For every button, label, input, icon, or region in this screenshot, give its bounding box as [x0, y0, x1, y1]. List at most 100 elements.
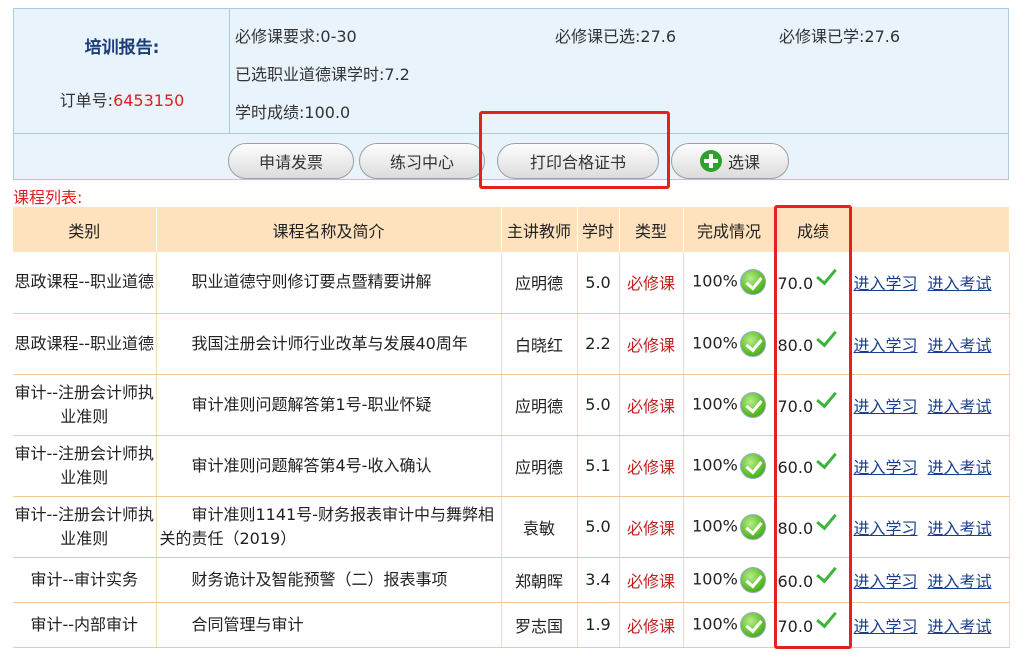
table-row: 审计--注册会计师执业准则 审计准则问题解答第1号-职业怀疑 应明德 5.0 必…	[13, 374, 1010, 436]
highlight-box-print	[479, 111, 670, 189]
type-cell: 必修课	[619, 252, 684, 314]
learned-courses: 必修课已学:27.6	[779, 23, 900, 47]
completion-cell: 100%	[683, 557, 776, 603]
table-row: 审计--注册会计师执业准则 审计准则问题解答第4号-收入确认 应明德 5.1 必…	[13, 435, 1010, 497]
type-cell: 必修课	[619, 313, 684, 375]
column-header-completion: 完成情况	[683, 207, 776, 252]
enter-study-link[interactable]: 进入学习	[854, 397, 918, 416]
complete-check-icon	[739, 452, 766, 479]
selected-label: 必修课已选:	[555, 27, 641, 46]
order-number-value: 6453150	[113, 91, 185, 110]
actions-cell: 进入学习 进入考试	[851, 313, 1010, 375]
practice-center-button[interactable]: 练习中心	[359, 143, 485, 179]
apply-invoice-button[interactable]: 申请发票	[228, 143, 354, 179]
complete-check-icon	[739, 566, 766, 593]
enter-study-link[interactable]: 进入学习	[854, 572, 918, 591]
ethics-label: 已选职业道德课学时:	[235, 65, 385, 84]
enter-exam-link[interactable]: 进入考试	[928, 336, 992, 355]
completion-value: 100%	[692, 614, 738, 633]
completion-value: 100%	[692, 271, 738, 291]
enter-exam-link[interactable]: 进入考试	[928, 519, 992, 538]
hours-score: 学时成绩:100.0	[235, 99, 350, 123]
enter-study-link[interactable]: 进入学习	[854, 519, 918, 538]
learned-value: 27.6	[864, 27, 901, 46]
category-cell: 思政课程--职业道德	[13, 252, 157, 314]
complete-check-icon	[739, 269, 766, 296]
highlight-box-scores	[774, 205, 852, 649]
table-header-row: 类别 课程名称及简介 主讲教师 学时 类型 完成情况 成绩	[13, 207, 1010, 252]
completion-cell: 100%	[683, 435, 776, 497]
teacher-cell: 郑朝晖	[501, 557, 578, 603]
course-list-title: 课程列表:	[13, 188, 83, 207]
table-row: 审计--内部审计 合同管理与审计 罗志国 1.9 必修课 100% 70.0 进…	[13, 602, 1010, 648]
enter-exam-link[interactable]: 进入考试	[928, 397, 992, 416]
select-course-label: 选课	[727, 153, 760, 172]
teacher-cell: 应明德	[501, 374, 578, 436]
category-cell: 审计--内部审计	[13, 602, 157, 648]
enter-exam-link[interactable]: 进入考试	[928, 458, 992, 477]
column-header-category: 类别	[13, 207, 157, 252]
teacher-cell: 应明德	[501, 435, 578, 497]
category-cell: 思政课程--职业道德	[13, 313, 157, 375]
column-header-hours: 学时	[577, 207, 620, 252]
enter-study-link[interactable]: 进入学习	[854, 336, 918, 355]
actions-cell: 进入学习 进入考试	[851, 435, 1010, 497]
hours-cell: 1.9	[577, 602, 620, 648]
completion-cell: 100%	[683, 313, 776, 375]
teacher-cell: 应明德	[501, 252, 578, 314]
enter-exam-link[interactable]: 进入考试	[928, 572, 992, 591]
complete-check-icon	[739, 391, 766, 418]
select-course-button[interactable]: 选课	[671, 143, 789, 179]
enter-study-link[interactable]: 进入学习	[854, 274, 918, 293]
completion-cell: 100%	[683, 374, 776, 436]
order-number: 订单号:6453150	[14, 87, 230, 111]
selected-courses: 必修课已选:27.6	[555, 23, 676, 47]
column-header-teacher: 主讲教师	[501, 207, 578, 252]
course-name-cell: 财务诡计及智能预警（二）报表事项	[156, 557, 502, 603]
category-cell: 审计--注册会计师执业准则	[13, 374, 157, 436]
course-name-cell: 审计准则1141号-财务报表审计中与舞弊相关的责任（2019）	[156, 496, 502, 558]
course-table: 类别 课程名称及简介 主讲教师 学时 类型 完成情况 成绩 思政课程--职业道德…	[13, 207, 1010, 648]
completion-value: 100%	[692, 516, 738, 535]
report-summary: 培训报告: 订单号:6453150	[14, 9, 230, 133]
course-name: 审计准则问题解答第4号-收入确认	[191, 455, 432, 475]
column-header-type: 类型	[619, 207, 684, 252]
course-name-cell: 审计准则问题解答第1号-职业怀疑	[156, 374, 502, 436]
actions-cell: 进入学习 进入考试	[851, 496, 1010, 558]
plus-icon	[699, 150, 722, 172]
category-cell: 审计--注册会计师执业准则	[13, 435, 157, 497]
category-cell: 审计--审计实务	[13, 557, 157, 603]
course-name-cell: 我国注册会计师行业改革与发展40周年	[156, 313, 502, 375]
table-row: 思政课程--职业道德 我国注册会计师行业改革与发展40周年 白晓红 2.2 必修…	[13, 313, 1010, 375]
type-cell: 必修课	[619, 496, 684, 558]
enter-study-link[interactable]: 进入学习	[854, 617, 918, 636]
teacher-cell: 袁敏	[501, 496, 578, 558]
ethics-value: 7.2	[384, 65, 410, 84]
complete-check-icon	[739, 513, 766, 540]
learned-label: 必修课已学:	[779, 27, 865, 46]
enter-exam-link[interactable]: 进入考试	[928, 274, 992, 293]
enter-exam-link[interactable]: 进入考试	[928, 617, 992, 636]
completion-cell: 100%	[683, 602, 776, 648]
table-row: 审计--注册会计师执业准则 审计准则1141号-财务报表审计中与舞弊相关的责任（…	[13, 496, 1010, 558]
completion-value: 100%	[692, 394, 738, 413]
column-header-course-name: 课程名称及简介	[156, 207, 502, 252]
enter-study-link[interactable]: 进入学习	[854, 458, 918, 477]
category-cell: 审计--注册会计师执业准则	[13, 496, 157, 558]
completion-cell: 100%	[683, 252, 776, 314]
hours-cell: 2.2	[577, 313, 620, 375]
complete-check-icon	[739, 611, 766, 638]
required-label: 必修课要求:	[235, 27, 321, 46]
required-value: 0-30	[320, 27, 357, 46]
selected-value: 27.6	[640, 27, 677, 46]
ethics-hours: 已选职业道德课学时:7.2	[235, 61, 410, 85]
course-name: 审计准则问题解答第1号-职业怀疑	[191, 394, 432, 414]
actions-cell: 进入学习 进入考试	[851, 602, 1010, 648]
hours-cell: 5.1	[577, 435, 620, 497]
course-name: 合同管理与审计	[191, 614, 304, 634]
table-row: 审计--审计实务 财务诡计及智能预警（二）报表事项 郑朝晖 3.4 必修课 10…	[13, 557, 1010, 603]
course-name: 审计准则1141号-财务报表审计中与舞弊相关的责任（2019）	[159, 504, 495, 548]
type-cell: 必修课	[619, 557, 684, 603]
course-name: 财务诡计及智能预警（二）报表事项	[191, 569, 448, 589]
complete-check-icon	[739, 330, 766, 357]
